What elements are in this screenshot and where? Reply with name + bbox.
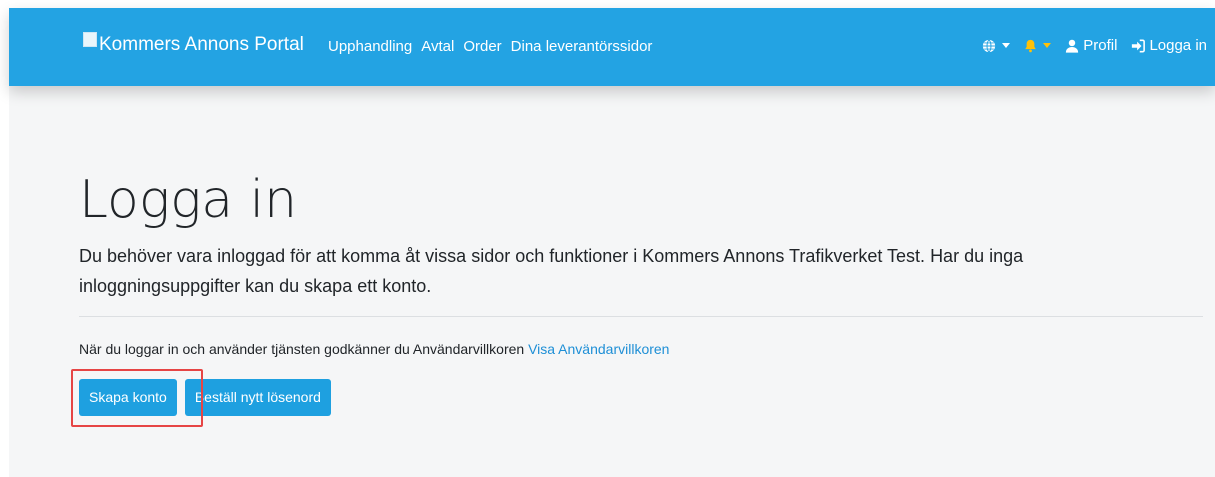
- nav-link-avtal[interactable]: Avtal: [421, 38, 454, 55]
- brand-name: Kommers Annons Portal: [99, 34, 304, 55]
- broken-image-icon: [83, 31, 97, 47]
- action-buttons: Skapa konto Beställ nytt lösenord: [71, 368, 1203, 427]
- user-icon: [1066, 39, 1079, 53]
- nav-links: Upphandling Avtal Order Dina leverantörs…: [328, 38, 661, 55]
- profile-link[interactable]: Profil: [1065, 37, 1117, 54]
- terms-notice: När du loggar in och använder tjänsten g…: [79, 341, 1203, 357]
- globe-icon: [983, 39, 996, 52]
- divider: [79, 315, 1203, 317]
- lead-text: Du behöver vara inloggad för att komma å…: [79, 246, 1024, 296]
- terms-link[interactable]: Visa Användarvillkoren: [528, 341, 669, 357]
- language-dropdown[interactable]: [982, 39, 1011, 53]
- chevron-down-icon: [1002, 43, 1011, 48]
- create-account-button[interactable]: Skapa konto: [79, 378, 177, 416]
- login-link[interactable]: Logga in: [1131, 37, 1207, 54]
- page: Kommers Annons Portal Upphandling Avtal …: [9, 8, 1215, 477]
- sign-in-icon: [1132, 39, 1146, 52]
- terms-text: När du loggar in och använder tjänsten g…: [79, 340, 525, 357]
- nav-right: Profil Logga in: [968, 37, 1207, 54]
- nav-link-upphandling[interactable]: Upphandling: [328, 38, 412, 55]
- chevron-down-icon: [1043, 43, 1052, 48]
- page-title: Logga in: [79, 170, 298, 230]
- reset-password-button[interactable]: Beställ nytt lösenord: [184, 378, 331, 416]
- bell-icon: [1025, 39, 1036, 52]
- nav-link-order[interactable]: Order: [463, 38, 501, 55]
- profile-label: Profil: [1083, 37, 1118, 54]
- notifications-dropdown[interactable]: [1024, 39, 1052, 53]
- main-content: Logga in Du behöver vara inloggad för at…: [71, 170, 1203, 427]
- brand-link[interactable]: Kommers Annons Portal: [83, 31, 304, 56]
- login-label: Logga in: [1149, 37, 1207, 54]
- top-navbar: Kommers Annons Portal Upphandling Avtal …: [9, 8, 1215, 86]
- nav-link-leverantorssidor[interactable]: Dina leverantörssidor: [511, 38, 653, 55]
